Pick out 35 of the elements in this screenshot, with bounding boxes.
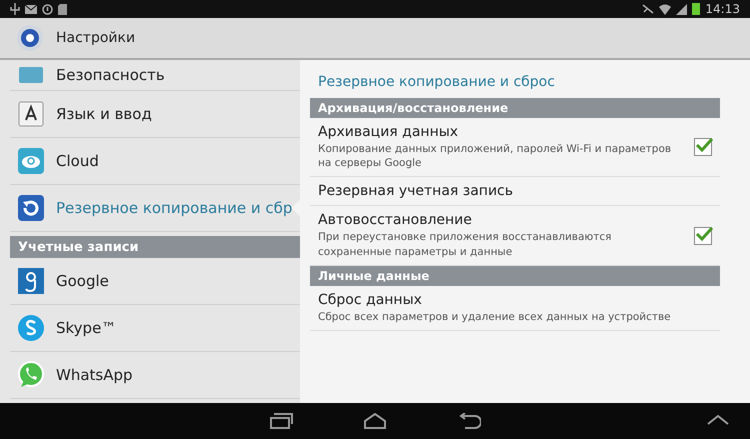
- gear-icon: [16, 24, 44, 52]
- up-caret-button[interactable]: [706, 413, 730, 425]
- back-button[interactable]: [457, 413, 481, 429]
- usb-icon: [10, 3, 20, 15]
- settings-item[interactable]: Google: [10, 258, 300, 305]
- phone-bubble-icon: [16, 360, 46, 390]
- recent-apps-button[interactable]: [269, 413, 293, 429]
- signal-icon: [676, 4, 688, 14]
- section-header: Личные данные: [310, 266, 720, 286]
- screen-title: Настройки: [56, 30, 136, 46]
- settings-item[interactable]: Язык и ввод: [10, 91, 300, 138]
- clock-time: 14:13: [705, 2, 740, 16]
- mail-icon: [25, 4, 37, 14]
- letter-key-icon: [16, 99, 46, 129]
- settings-row[interactable]: Сброс данных Сброс всех параметров и удаление всех данных на устройстве: [310, 286, 720, 331]
- settings-row[interactable]: Архивация данных Копирование данных приложений, паролей Wi-Fi и параметров на серверы Google: [310, 118, 720, 178]
- cloud-icon: [16, 146, 46, 176]
- checkbox[interactable]: [694, 138, 712, 156]
- mute-icon: [642, 4, 654, 14]
- section-header: Архивация/восстановление: [310, 98, 720, 118]
- settings-item[interactable]: WhatsApp: [10, 352, 300, 399]
- alert-icon: [42, 4, 53, 14]
- settings-item[interactable]: Безопасность: [10, 60, 300, 91]
- wifi-icon: [659, 4, 672, 14]
- battery-icon: [692, 3, 700, 15]
- checkbox[interactable]: [694, 226, 712, 245]
- panel-title: Резервное копирование и сброс: [317, 73, 556, 92]
- square-logo-icon: [16, 266, 46, 296]
- round-logo-icon: [16, 313, 46, 343]
- section-header: Учетные записи: [10, 236, 300, 258]
- home-button[interactable]: [363, 413, 387, 429]
- settings-row[interactable]: Резервная учетная запись: [310, 177, 720, 206]
- settings-item[interactable]: Cloud: [10, 138, 300, 185]
- settings-item[interactable]: Skype™: [10, 305, 300, 352]
- sd-card-icon: [58, 4, 67, 14]
